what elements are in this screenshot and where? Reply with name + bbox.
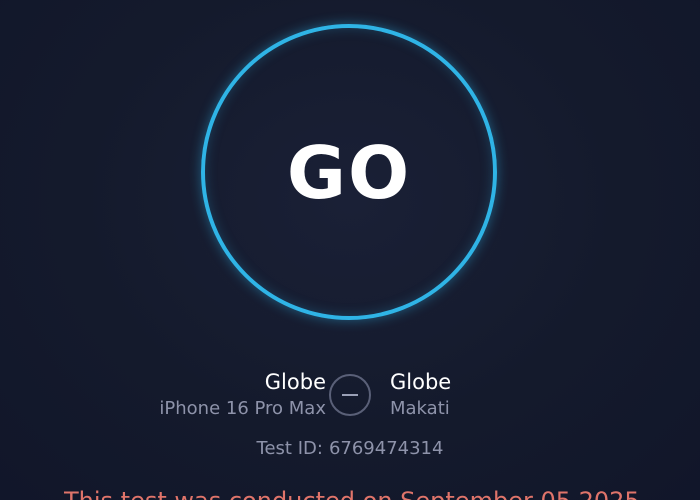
test-id-value: 6769474314	[328, 438, 444, 459]
minus-circle-icon	[329, 374, 371, 416]
server-info[interactable]: Globe Makati	[390, 368, 451, 422]
test-date-notice: This test was conducted on September 05 …	[64, 486, 700, 500]
isp-info[interactable]: Globe iPhone 16 Pro Max	[159, 368, 326, 422]
server-name: Globe	[390, 370, 452, 394]
go-button[interactable]: GO	[201, 24, 497, 320]
minus-icon	[342, 394, 358, 396]
test-id: Test ID: 6769474314	[0, 437, 700, 461]
server-location: Makati	[390, 398, 450, 419]
test-id-label: Test ID:	[256, 438, 323, 459]
isp-name: Globe	[264, 370, 326, 394]
device-name: iPhone 16 Pro Max	[159, 398, 326, 419]
speedtest-screen: GO Globe iPhone 16 Pro Max Globe Makati …	[0, 0, 700, 500]
go-button-label: GO	[286, 131, 412, 215]
